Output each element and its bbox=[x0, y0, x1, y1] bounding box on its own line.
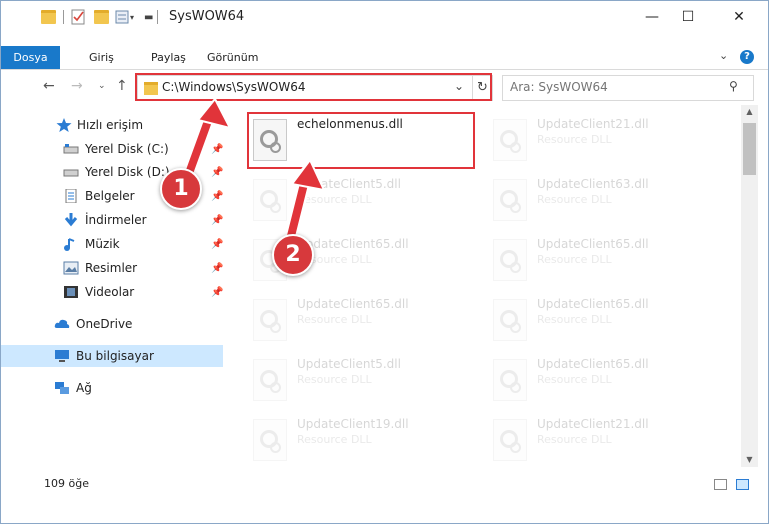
step-2-badge: 2 bbox=[272, 234, 314, 276]
arrow-head bbox=[290, 158, 326, 192]
step-1-badge: 1 bbox=[160, 168, 202, 210]
annotation-arrows bbox=[181, 97, 326, 247]
